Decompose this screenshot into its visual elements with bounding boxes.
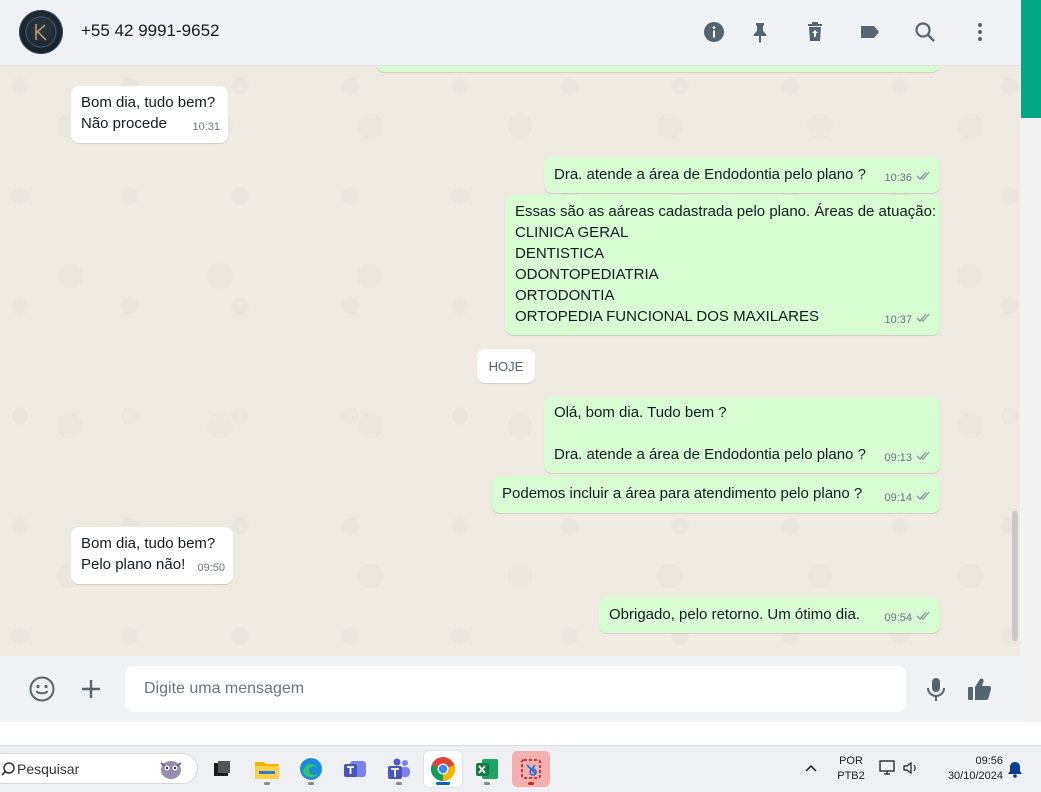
attach-plus-icon[interactable] (76, 674, 106, 704)
microphone-icon[interactable] (921, 674, 951, 704)
file-explorer-icon[interactable] (248, 751, 286, 787)
teams-classic-icon[interactable] (336, 751, 374, 787)
language-code: POR (839, 755, 863, 767)
double-check-icon (916, 168, 932, 189)
message-meta: 09:13 (884, 448, 932, 469)
teams-icon[interactable] (380, 751, 418, 787)
chat-header: +55 42 9991-9652 (0, 0, 1020, 66)
message-time: 09:50 (197, 562, 225, 574)
window-edge (1020, 0, 1041, 722)
message-input[interactable] (125, 666, 906, 712)
message-time: 09:13 (884, 452, 912, 464)
message-text: Bom dia, tudo bem? Pelo plano não! (81, 535, 216, 573)
taskbar-search[interactable]: Pesquisar (0, 753, 198, 784)
message-time: 10:37 (884, 314, 912, 326)
message-meta: 10:37 (884, 310, 932, 331)
message-text: Essas são as aáreas cadastrada pelo plan… (515, 203, 937, 325)
clock-time: 09:56 (975, 755, 1003, 767)
message-bubble-outgoing[interactable]: Olá, bom dia. Tudo bem ? Dra. atende a á… (544, 397, 940, 473)
message-text: Olá, bom dia. Tudo bem ? Dra. atende a á… (554, 404, 866, 463)
clock-date: 30/10/2024 (947, 770, 1003, 782)
search-label: Pesquisar (17, 761, 80, 777)
volume-icon[interactable] (902, 760, 920, 781)
pin-icon[interactable] (746, 18, 774, 46)
message-bubble-outgoing[interactable]: Obrigado, pelo retorno. Um ótimo dia. 09… (599, 597, 940, 633)
scrollbar-thumb[interactable] (1012, 511, 1018, 641)
chat-window: +55 42 9991-9652 Bom dia, tudo bem? Não … (0, 0, 1020, 722)
emoji-icon[interactable] (27, 674, 57, 704)
message-bubble-outgoing[interactable]: Essas são as aáreas cadastrada pelo plan… (505, 195, 940, 335)
composer (0, 656, 1020, 722)
taskbar: Pesquisar POR PTB2 09:56 30/10/2024 (0, 745, 1041, 792)
message-text: Dra. atende a área de Endodontia pelo pl… (554, 166, 866, 183)
message-text: Obrigado, pelo retorno. Um ótimo dia. (609, 606, 860, 623)
message-meta: 09:14 (884, 488, 932, 509)
message-bubble-incoming[interactable]: Bom dia, tudo bem? Não procede 10:31 (71, 86, 228, 143)
message-meta: 09:50 (197, 558, 225, 579)
search-icon[interactable] (911, 18, 939, 46)
delete-icon[interactable] (801, 18, 829, 46)
keyboard-layout: PTB2 (837, 770, 865, 782)
desktop-gap (0, 722, 1041, 745)
edge-icon[interactable] (292, 751, 330, 787)
message-bubble-outgoing[interactable]: Dra. atende a área de Endodontia pelo pl… (544, 157, 940, 193)
accent-bar (1021, 0, 1041, 118)
excel-icon[interactable] (468, 751, 506, 787)
message-meta: 10:36 (884, 168, 932, 189)
more-menu-icon[interactable] (966, 18, 994, 46)
message-meta: 10:31 (192, 117, 220, 138)
snipping-tool-icon[interactable] (512, 751, 550, 787)
message-time: 10:31 (192, 121, 220, 133)
notification-bell-icon[interactable] (1007, 760, 1023, 783)
thumbs-up-icon[interactable] (965, 674, 995, 704)
double-check-icon (916, 488, 932, 509)
search-highlight-icon (157, 757, 185, 786)
double-check-icon (916, 448, 932, 469)
double-check-icon (916, 608, 932, 629)
clock[interactable]: 09:56 30/10/2024 (933, 754, 1003, 784)
message-bubble-outgoing[interactable]: Podemos incluir a área para atendimento … (492, 476, 940, 513)
label-icon[interactable] (856, 18, 884, 46)
message-time: 09:14 (884, 492, 912, 504)
message-meta: 09:54 (884, 608, 932, 629)
input-language[interactable]: POR PTB2 (834, 754, 868, 784)
network-icon[interactable] (879, 760, 897, 781)
info-icon[interactable] (700, 18, 728, 46)
search-icon (1, 761, 15, 782)
chrome-icon[interactable] (424, 751, 462, 787)
chevron-up-icon[interactable] (803, 760, 819, 781)
double-check-icon (916, 310, 932, 331)
message-time: 09:54 (884, 612, 912, 624)
chat-scrollbar[interactable] (1010, 66, 1020, 656)
avatar[interactable] (19, 10, 63, 54)
contact-name[interactable]: +55 42 9991-9652 (81, 21, 220, 41)
message-text: Podemos incluir a área para atendimento … (502, 485, 863, 502)
task-view-icon[interactable] (203, 751, 241, 787)
day-divider: HOJE (477, 349, 535, 383)
message-bubble-incoming[interactable]: Bom dia, tudo bem? Pelo plano não! 09:50 (71, 527, 233, 584)
message-time: 10:36 (884, 172, 912, 184)
previous-message-bubble[interactable] (376, 66, 940, 72)
